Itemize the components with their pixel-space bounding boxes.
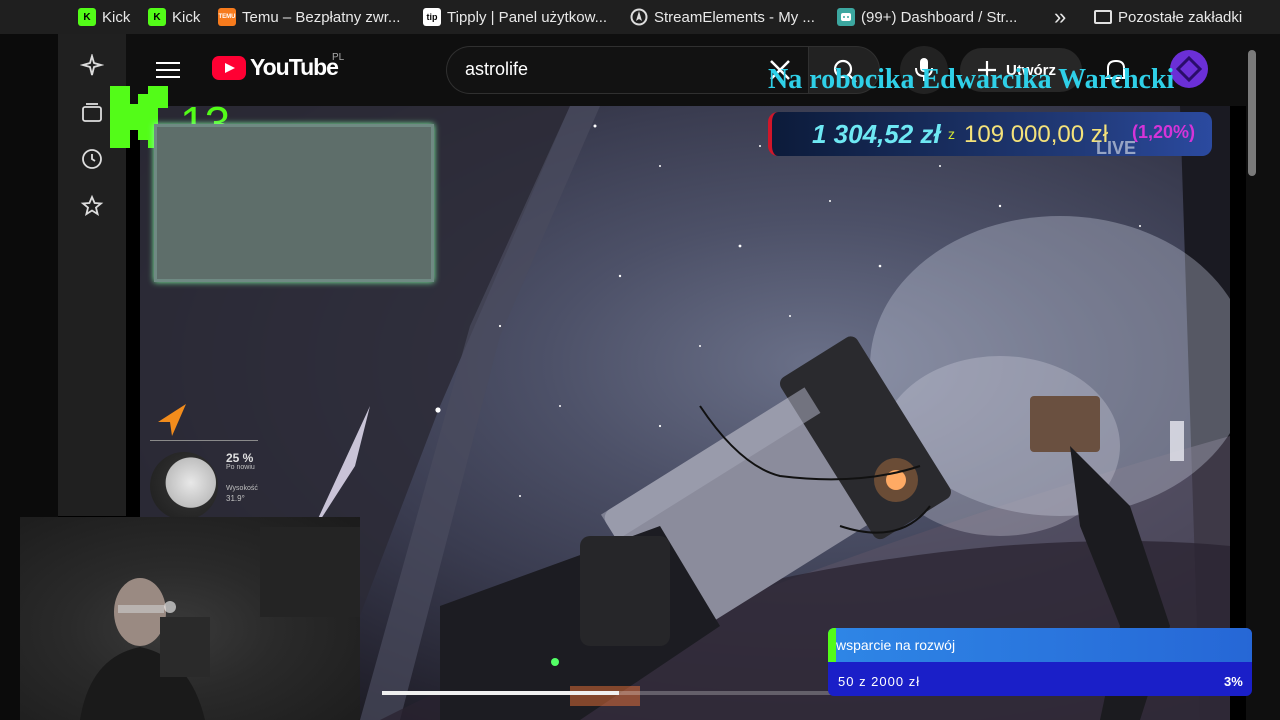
bookmark-label: Kick — [172, 8, 201, 26]
youtube-play-icon — [212, 55, 246, 80]
bookmark-temu[interactable]: TEMU Temu – Bezpłatny zwr... — [218, 7, 400, 27]
streamer-silhouette — [80, 527, 360, 720]
search-box[interactable] — [446, 46, 808, 94]
youtube-wordmark: YouTube — [250, 54, 339, 80]
bookmark-label: StreamElements - My ... — [654, 8, 815, 26]
live-badge: LIVE — [1096, 138, 1137, 158]
hamburger-line — [156, 76, 180, 78]
bookmark-tipply[interactable]: tip Tipply | Panel użytkow... — [423, 7, 607, 27]
sparkle-icon[interactable] — [80, 54, 104, 78]
streamelements-icon — [630, 8, 648, 26]
ticker-text: Na robocika Edwarcika Warchcki — [768, 64, 1175, 95]
history-icon[interactable] — [80, 147, 104, 171]
donation-goal-bar: 1 304,52 zł z 109 000,00 zł (1,20%) — [768, 112, 1212, 156]
goal-current-amount: 1 304,52 zł — [812, 119, 941, 149]
support-goal-fill — [828, 628, 836, 662]
bookmark-label: Kick — [102, 8, 131, 26]
hamburger-icon — [156, 62, 180, 64]
temu-icon: TEMU — [218, 8, 236, 26]
moon-phase-percent: 25 % — [226, 451, 254, 465]
page-scrollbar-thumb[interactable] — [1248, 50, 1256, 176]
bookmark-label: Temu – Bezpłatny zwr... — [242, 8, 401, 26]
subscriptions-icon[interactable] — [80, 101, 104, 125]
moon-phase-icon — [150, 452, 218, 520]
goal-target-amount: 109 000,00 zł — [964, 121, 1109, 148]
support-goal-widget: wsparcie na rozwój 50 z 2000 zł 3% — [828, 628, 1252, 696]
folder-icon — [1094, 10, 1112, 24]
bookmark-dashboard[interactable]: (99+) Dashboard / Str... — [837, 7, 1017, 27]
hamburger-line — [156, 69, 180, 71]
camera-preview-box — [154, 124, 434, 282]
menu-button[interactable] — [156, 58, 180, 80]
tipply-icon: tip — [423, 8, 441, 26]
search-input[interactable] — [465, 59, 745, 80]
support-goal-amount: 50 z 2000 zł — [838, 674, 921, 689]
youtube-logo[interactable]: YouTube — [212, 54, 339, 81]
compass-arrow-icon — [158, 404, 186, 436]
goal-separator: z — [948, 126, 955, 142]
moon-altitude-value: 31.9° — [226, 494, 245, 503]
webcam-overlay — [20, 517, 360, 720]
bookmark-kick-1[interactable]: K Kick — [78, 7, 130, 27]
support-goal-title: wsparcie na rozwój — [836, 637, 956, 653]
support-goal-percent: 3% — [1224, 674, 1243, 689]
region-code: PL — [332, 52, 345, 63]
moon-altitude-label: Wysokość — [226, 485, 258, 492]
dashboard-icon — [837, 8, 855, 26]
bookmark-streamelements[interactable]: StreamElements - My ... — [630, 7, 815, 27]
bookmarks-other-folder[interactable]: Pozostałe zakładki — [1094, 7, 1242, 27]
bookmark-label: Tipply | Panel użytkow... — [447, 8, 608, 26]
moon-phase-label: Po nowiu — [226, 464, 255, 471]
bookmarks-bar: K Kick K Kick TEMU Temu – Bezpłatny zwr.… — [0, 0, 1280, 34]
scrolling-ticker: Na robocika Edwarcika Warchcki — [768, 64, 1238, 100]
bookmarks-overflow-button[interactable]: » — [1054, 4, 1067, 29]
video-progress-fill[interactable] — [382, 691, 620, 695]
star-icon[interactable] — [80, 194, 104, 218]
goal-percent: (1,20%) — [1132, 122, 1196, 142]
kick-icon: K — [148, 8, 166, 26]
chevron-double-right-icon: » — [1054, 4, 1067, 29]
bookmark-kick-2[interactable]: K Kick — [148, 7, 200, 27]
bookmark-label: Pozostałe zakładki — [1118, 8, 1243, 26]
bookmark-label: (99+) Dashboard / Str... — [861, 8, 1018, 26]
moon-widget-divider — [150, 440, 258, 441]
kick-icon: K — [78, 8, 96, 26]
